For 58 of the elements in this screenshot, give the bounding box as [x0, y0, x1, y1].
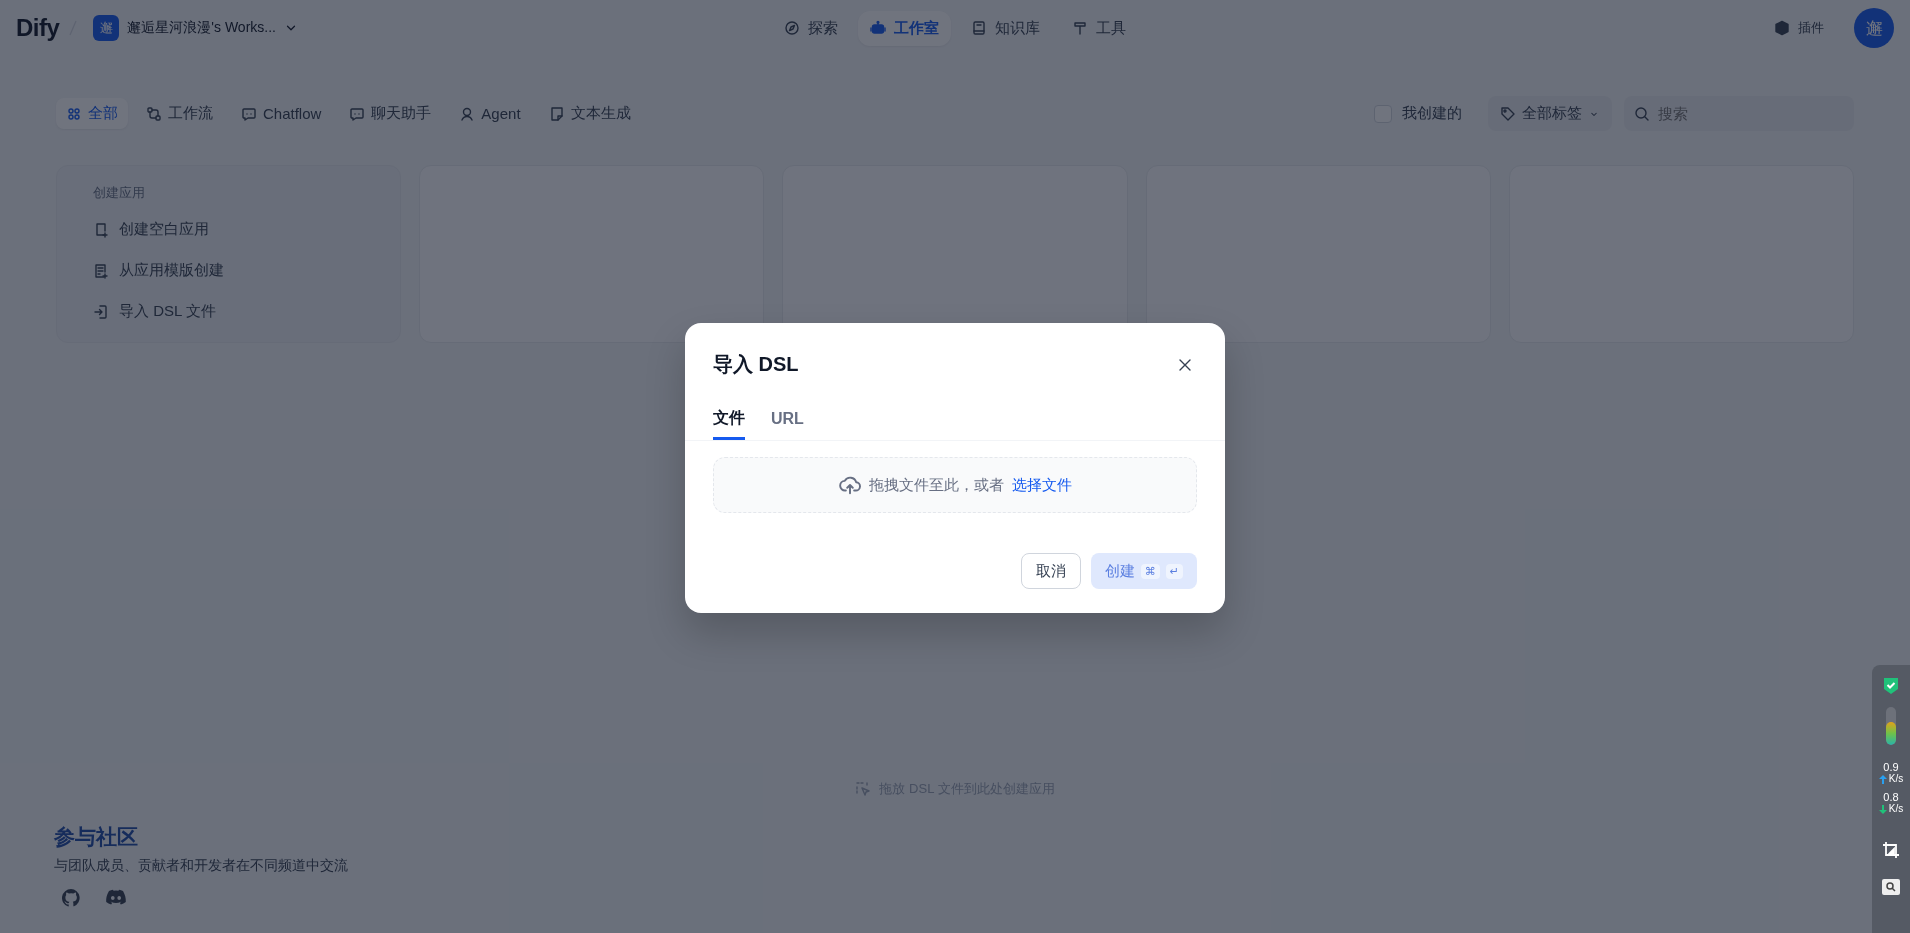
search-icon — [1634, 105, 1650, 122]
search-icon[interactable] — [1882, 879, 1900, 895]
shield-check-icon — [1883, 677, 1899, 695]
new-file-icon — [93, 221, 109, 238]
template-icon — [93, 262, 109, 279]
dialog-tab[interactable]: URL — [771, 408, 804, 440]
dialog-tab[interactable]: 文件 — [713, 408, 745, 440]
hammer-icon — [1072, 20, 1088, 36]
file-dropzone[interactable]: 拖拽文件至此，或者 选择文件 — [713, 457, 1197, 513]
nav-tab[interactable]: 探索 — [772, 10, 850, 46]
dialog-title: 导入 DSL — [713, 352, 799, 377]
grid-icon — [66, 105, 82, 122]
workflow-icon — [146, 105, 162, 122]
plugins-button[interactable]: 插件 — [1768, 18, 1830, 38]
compass-icon — [784, 20, 800, 36]
create-option[interactable]: 从应用模版创建 — [93, 253, 401, 288]
import-icon — [93, 303, 109, 320]
create-option[interactable]: 导入 DSL 文件 — [93, 294, 401, 329]
download-speed: 0.8 — [1882, 791, 1900, 803]
filter-tab[interactable]: Agent — [449, 99, 531, 128]
choose-file-link[interactable]: 选择文件 — [1011, 475, 1072, 495]
filter-tab[interactable]: 聊天助手 — [339, 98, 442, 129]
chat-icon — [241, 105, 257, 122]
nav-tab[interactable]: 工具 — [1060, 10, 1138, 46]
nav-tab[interactable]: 知识库 — [959, 10, 1052, 46]
chat-icon — [349, 105, 366, 122]
filter-tab[interactable]: 文本生成 — [538, 98, 641, 129]
cube-icon — [1774, 20, 1790, 36]
community-subtitle: 与团队成员、贡献者和开发者在不同频道中交流 — [54, 857, 348, 875]
drop-cursor-icon — [855, 781, 872, 797]
filter-tab[interactable]: Chatflow — [231, 99, 332, 128]
document-icon — [548, 105, 565, 122]
user-avatar[interactable]: 邂 — [1854, 8, 1894, 48]
discord-icon[interactable] — [106, 889, 126, 905]
tag-icon — [1500, 105, 1516, 122]
community-title: 参与社区 — [54, 824, 139, 850]
speed-unit: K/s — [1888, 803, 1904, 815]
dropzone-text: 拖拽文件至此，或者 — [868, 475, 1004, 495]
create-option[interactable]: 创建空白应用 — [93, 212, 401, 247]
filter-tab[interactable]: 工作流 — [136, 98, 223, 129]
speed-unit: K/s — [1888, 773, 1904, 785]
cloud-upload-icon — [838, 474, 861, 496]
arrow-down-icon — [1878, 804, 1887, 814]
cancel-button[interactable]: 取消 — [1020, 553, 1081, 589]
nav-tab[interactable]: 工作室 — [858, 10, 951, 46]
upload-speed: 0.9 — [1882, 761, 1900, 773]
agent-icon — [459, 105, 476, 122]
created-by-me-filter[interactable]: 我创建的 — [1368, 103, 1468, 124]
logo[interactable]: Dify — [16, 14, 60, 42]
tag-dropdown[interactable]: 全部标签 — [1488, 96, 1612, 131]
book-icon — [971, 20, 987, 36]
workspace-avatar: 邂 — [93, 15, 120, 41]
github-icon[interactable] — [62, 889, 80, 907]
filter-tab[interactable]: 全部 — [56, 98, 128, 129]
crop-icon[interactable] — [1882, 841, 1900, 859]
robot-icon — [870, 20, 886, 36]
arrow-up-icon — [1878, 774, 1887, 784]
workspace-selector[interactable]: 邂 邂逅星河浪漫's Works... — [87, 11, 304, 45]
